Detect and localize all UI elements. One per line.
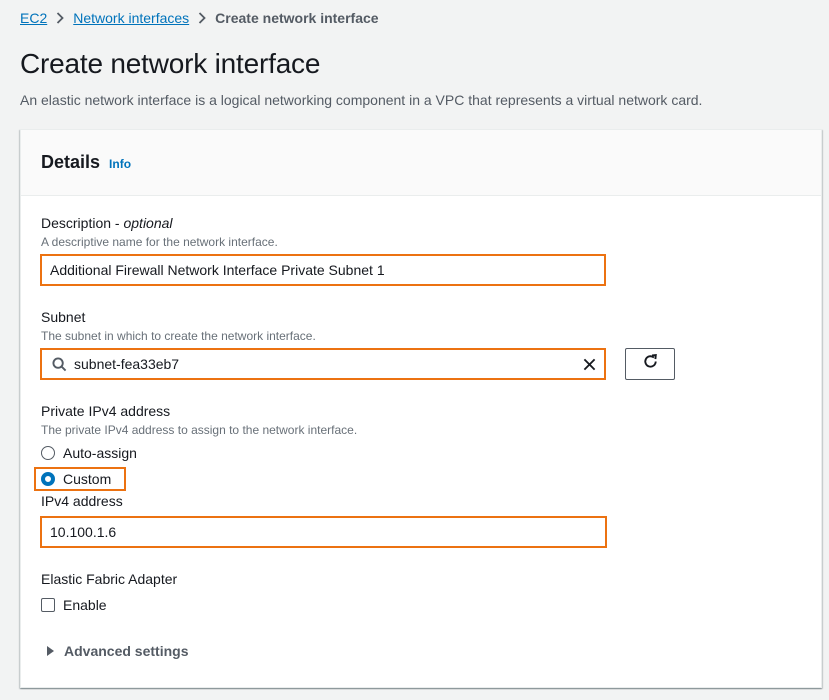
radio-custom[interactable]: Custom bbox=[41, 469, 111, 489]
efa-enable-checkbox[interactable]: Enable bbox=[41, 595, 107, 615]
radio-auto-assign-label: Auto-assign bbox=[63, 445, 137, 461]
subnet-label: Subnet bbox=[41, 309, 86, 325]
radio-custom-label: Custom bbox=[63, 471, 112, 487]
efa-enable-checkbox-control[interactable] bbox=[41, 598, 55, 612]
breadcrumb-current: Create network interface bbox=[215, 10, 379, 26]
advanced-settings-label: Advanced settings bbox=[64, 643, 189, 659]
details-title: Details bbox=[41, 152, 101, 172]
search-icon bbox=[44, 356, 74, 372]
refresh-icon bbox=[642, 353, 659, 375]
page-title: Create network interface bbox=[20, 48, 321, 79]
chevron-right-icon bbox=[189, 9, 215, 27]
radio-auto-assign-control[interactable] bbox=[41, 446, 55, 460]
chevron-right-icon bbox=[47, 9, 73, 27]
subnet-value: subnet-fea33eb7 bbox=[74, 356, 180, 372]
description-label-text: Description bbox=[41, 215, 112, 231]
description-label-sep: - bbox=[111, 215, 124, 231]
private-ipv4-label: Private IPv4 address bbox=[41, 403, 171, 419]
advanced-settings-toggle[interactable]: Advanced settings bbox=[40, 643, 188, 659]
efa-enable-label: Enable bbox=[63, 597, 107, 613]
description-input[interactable]: Additional Firewall Network Interface Pr… bbox=[40, 254, 606, 286]
radio-custom-control[interactable] bbox=[41, 472, 55, 486]
radio-auto-assign[interactable]: Auto-assign bbox=[41, 443, 137, 463]
details-panel-header: Details Info bbox=[21, 130, 821, 196]
description-label: Description - optional bbox=[41, 215, 173, 231]
description-hint: A descriptive name for the network inter… bbox=[41, 235, 278, 249]
subnet-search-input[interactable]: subnet-fea33eb7 bbox=[40, 348, 606, 380]
description-input-value: Additional Firewall Network Interface Pr… bbox=[50, 262, 385, 278]
ipv4-address-label: IPv4 address bbox=[41, 493, 123, 509]
caret-right-icon bbox=[47, 646, 54, 656]
close-icon[interactable] bbox=[574, 358, 604, 371]
breadcrumb-link-network-interfaces[interactable]: Network interfaces bbox=[73, 10, 189, 26]
ipv4-address-value: 10.100.1.6 bbox=[50, 524, 117, 540]
efa-label: Elastic Fabric Adapter bbox=[41, 571, 178, 587]
refresh-button[interactable] bbox=[625, 348, 675, 380]
subnet-hint: The subnet in which to create the networ… bbox=[41, 329, 316, 343]
details-panel: Details Info Description - optional A de… bbox=[20, 129, 822, 688]
breadcrumb-link-ec2[interactable]: EC2 bbox=[20, 10, 47, 26]
private-ipv4-hint: The private IPv4 address to assign to th… bbox=[41, 423, 358, 437]
optional-label: optional bbox=[123, 215, 173, 231]
breadcrumb: EC2 Network interfaces Create network in… bbox=[20, 9, 379, 27]
page-description: An elastic network interface is a logica… bbox=[20, 92, 703, 108]
info-link[interactable]: Info bbox=[109, 157, 131, 171]
ipv4-address-input[interactable]: 10.100.1.6 bbox=[40, 516, 607, 548]
